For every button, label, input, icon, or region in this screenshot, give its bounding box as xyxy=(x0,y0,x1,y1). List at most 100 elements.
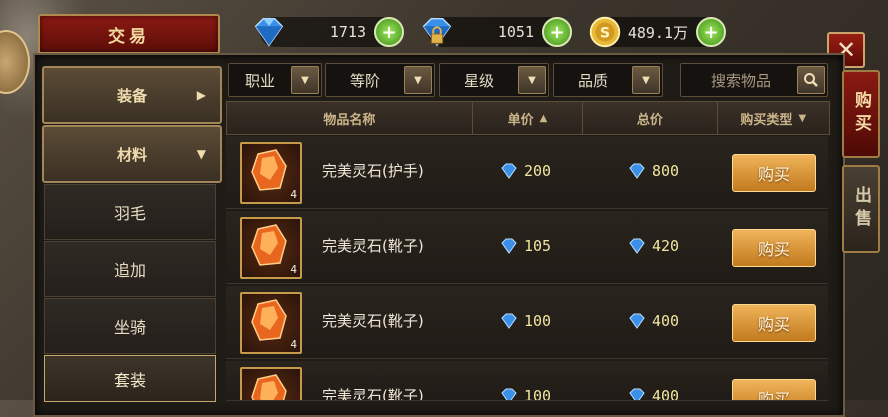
sort-up-icon: ▲ xyxy=(539,112,548,124)
total-price: 400 xyxy=(628,312,679,330)
subcategory-append[interactable]: 追加 xyxy=(44,241,216,297)
filter-star-label: 星级 xyxy=(463,71,494,90)
total-price-value: 800 xyxy=(652,162,680,180)
filter-profession[interactable]: 职业 ▼ xyxy=(228,63,322,97)
subcategory-label: 坐骑 xyxy=(113,318,146,337)
add-locked-diamond-button[interactable]: + xyxy=(542,17,572,47)
search-button[interactable] xyxy=(797,66,825,94)
diamond-icon xyxy=(501,388,517,400)
diamond-icon xyxy=(629,163,645,179)
header-total-price: 总价 xyxy=(583,102,718,134)
plus-icon: + xyxy=(703,21,719,43)
buy-button[interactable]: 购买 xyxy=(732,229,816,267)
unit-price-value: 100 xyxy=(524,387,552,401)
header-buy-type-label: 购买类型 xyxy=(740,112,793,128)
unit-price-value: 200 xyxy=(524,162,552,180)
unit-price-value: 105 xyxy=(524,237,552,255)
diamond-icon xyxy=(629,238,645,254)
add-diamond-button[interactable]: + xyxy=(374,17,404,47)
unit-price: 100 xyxy=(500,387,552,401)
header-name: 物品名称 xyxy=(227,102,473,134)
category-materials[interactable]: 材料 ▼ xyxy=(42,125,222,183)
locked-diamond-icon xyxy=(422,17,452,47)
chevron-down-icon[interactable]: ▼ xyxy=(404,66,432,94)
diamond-icon xyxy=(254,17,284,47)
item-name: 完美灵石(靴子) xyxy=(322,312,424,330)
tab-sell[interactable]: 出售 xyxy=(842,165,880,253)
category-equipment[interactable]: 装备 ▶ xyxy=(42,66,222,124)
filter-star[interactable]: 星级 ▼ xyxy=(439,63,549,97)
item-name: 完美灵石(护手) xyxy=(322,162,424,180)
chevron-down-icon: ▼ xyxy=(196,147,206,161)
chevron-down-icon: ▼ xyxy=(798,112,807,124)
category-materials-label: 材料 xyxy=(116,145,147,164)
chevron-down-icon[interactable]: ▼ xyxy=(291,66,319,94)
subcategory-mount[interactable]: 坐骑 xyxy=(44,298,216,354)
chevron-down-icon[interactable]: ▼ xyxy=(518,66,546,94)
item-icon[interactable]: 4 xyxy=(240,217,302,279)
diamond-icon xyxy=(501,313,517,329)
table-header: 物品名称 单价 ▲ 总价 购买类型 ▼ xyxy=(226,101,830,135)
header-unit-price[interactable]: 单价 ▲ xyxy=(473,102,584,134)
header-buy-type[interactable]: 购买类型 ▼ xyxy=(718,102,829,134)
svg-text:S: S xyxy=(600,26,610,42)
subcategory-label: 追加 xyxy=(113,261,146,280)
subcategory-label: 套装 xyxy=(113,370,146,390)
buy-button[interactable]: 购买 xyxy=(732,154,816,192)
subcategory-label: 羽毛 xyxy=(113,204,146,223)
diamond-icon xyxy=(629,388,645,400)
item-icon[interactable]: 4 xyxy=(240,142,302,204)
spirit-stone-icon xyxy=(251,299,287,341)
tab-buy-label: 购买 xyxy=(851,91,871,137)
spirit-stone-icon xyxy=(251,374,287,400)
window-title: 交易 xyxy=(38,14,220,54)
buy-button[interactable]: 购买 xyxy=(732,379,816,400)
spirit-stone-icon xyxy=(251,224,287,266)
diamond-icon xyxy=(501,163,517,179)
subcategory-set[interactable]: 套装 xyxy=(44,355,216,402)
unit-price: 100 xyxy=(500,312,551,330)
total-price-value: 400 xyxy=(652,387,680,401)
total-price: 420 xyxy=(628,237,679,255)
table-row: 4 完美灵石(靴子) 100 400 购买 xyxy=(226,286,828,359)
table-row: 4 完美灵石(靴子) 105 420 购买 xyxy=(226,211,828,284)
tab-sell-label: 出售 xyxy=(851,186,871,232)
header-total-price-label: 总价 xyxy=(636,112,663,128)
filter-level[interactable]: 等阶 ▼ xyxy=(325,63,435,97)
item-icon[interactable]: 4 xyxy=(240,292,302,354)
filter-quality-label: 品质 xyxy=(577,71,608,90)
currency-diamond: 1713 + xyxy=(254,17,404,47)
add-gold-button[interactable]: + xyxy=(696,17,726,47)
search-input[interactable] xyxy=(685,67,797,95)
header-unit-price-label: 单价 xyxy=(507,112,534,128)
search-box xyxy=(680,63,828,97)
filter-quality[interactable]: 品质 ▼ xyxy=(553,63,663,97)
unit-price: 105 xyxy=(500,237,551,255)
table-row: 4 完美灵石(护手) 200 800 购买 xyxy=(226,136,828,209)
diamond-icon xyxy=(501,238,517,254)
currency-gold: S 489.1万 + xyxy=(589,16,726,48)
plus-icon: + xyxy=(549,21,565,43)
item-name: 完美灵石(靴子) xyxy=(322,237,424,255)
total-price-value: 400 xyxy=(652,312,680,330)
total-price: 800 xyxy=(628,162,679,180)
spirit-stone-icon xyxy=(251,149,287,191)
diamond-icon xyxy=(629,313,645,329)
item-icon[interactable]: 4 xyxy=(240,367,302,400)
buy-button[interactable]: 购买 xyxy=(732,304,816,342)
unit-price-value: 100 xyxy=(524,312,552,330)
item-count: 4 xyxy=(290,263,297,276)
currency-locked-diamond: 1051 + xyxy=(422,17,572,47)
total-price: 400 xyxy=(628,387,680,401)
chevron-right-icon: ▶ xyxy=(196,88,206,102)
chevron-down-icon[interactable]: ▼ xyxy=(632,66,660,94)
item-count: 4 xyxy=(290,338,297,351)
table-row: 4 完美灵石(靴子) 100 400 购买 xyxy=(226,361,828,401)
item-count: 4 xyxy=(290,188,297,201)
item-name: 完美灵石(靴子) xyxy=(322,387,424,401)
subcategory-feather[interactable]: 羽毛 xyxy=(44,184,216,240)
total-price-value: 420 xyxy=(652,237,680,255)
tab-buy[interactable]: 购买 xyxy=(842,70,880,158)
unit-price: 200 xyxy=(500,162,551,180)
filter-profession-label: 职业 xyxy=(244,71,275,90)
